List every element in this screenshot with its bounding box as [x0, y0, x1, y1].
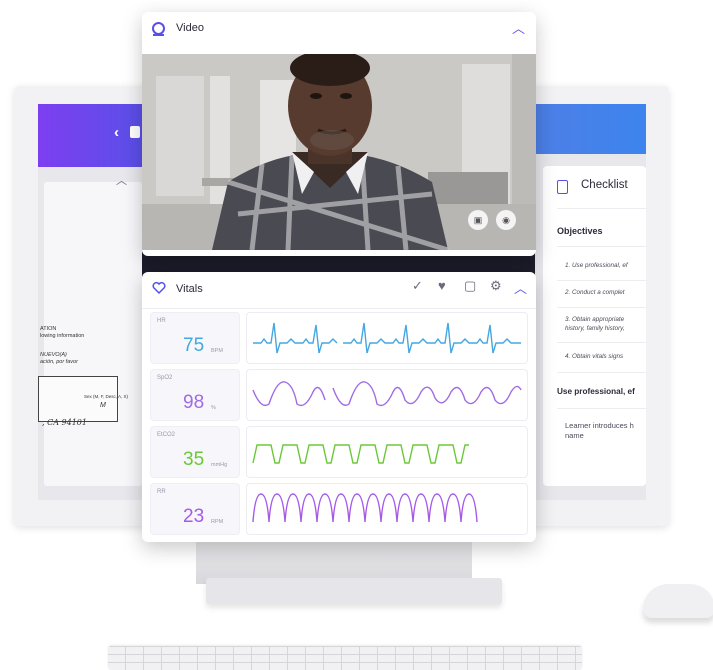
waveform-panel — [246, 312, 528, 364]
chevron-up-icon[interactable]: ︿ — [116, 172, 127, 188]
right-app-header — [535, 104, 646, 154]
vital-unit: % — [211, 405, 216, 411]
divider — [557, 246, 646, 247]
keyboard — [108, 646, 582, 670]
monitor-icon[interactable]: ▢ — [464, 278, 476, 294]
divider — [557, 408, 646, 409]
chevron-up-icon[interactable]: ︿ — [514, 278, 527, 297]
waveform-panel — [246, 483, 528, 535]
vital-row-etco2: EtCO2 35 mmHg — [150, 426, 528, 478]
checklist-item-line: Learner introduces h — [565, 421, 634, 430]
waveform-panel — [246, 426, 528, 478]
divider — [557, 280, 646, 281]
vital-row-hr: HR 75 BPM — [150, 312, 528, 364]
mouse — [643, 584, 713, 618]
vital-value: 35 — [183, 449, 205, 470]
vital-row-rr: RR 23 RPM — [150, 483, 528, 535]
monitor-base — [206, 578, 502, 604]
rr-waveform — [252, 493, 478, 523]
spo2-waveform — [252, 381, 522, 407]
form-location-value: , CA 94101 — [42, 418, 87, 427]
divider — [557, 208, 646, 209]
objective-item[interactable]: 4. Obtain vitals signs — [565, 352, 623, 361]
form-heading: ATION lowing information — [40, 326, 84, 340]
vital-value: 75 — [183, 335, 205, 356]
gear-icon[interactable]: ⚙ — [490, 278, 502, 294]
objective-item[interactable]: 3. Obtain appropriate — [565, 315, 624, 324]
form-heading-line: ATION — [40, 326, 57, 332]
checkmark-icon[interactable]: ✓ — [412, 278, 423, 294]
app-logo — [130, 126, 140, 138]
vital-value: 23 — [183, 506, 205, 527]
checklist-item[interactable]: Learner introduces h name — [565, 421, 634, 441]
left-app-window: ‹ ︿ ATION lowing information NUEVO(A) ac… — [38, 104, 142, 500]
vital-readout: RR 23 RPM — [150, 483, 240, 535]
heart-icon — [152, 281, 166, 295]
vitals-panel-title: Vitals — [176, 283, 203, 295]
form-field-label: Sex (M, F, Desc, A, X) — [84, 394, 129, 399]
video-panel: Video ︿ ▣ ◉ — [142, 12, 536, 256]
patient-video[interactable]: ▣ ◉ — [142, 54, 536, 250]
divider — [557, 307, 646, 308]
vital-unit: RPM — [211, 519, 224, 525]
vital-row-spo2: SpO2 98 % — [150, 369, 528, 421]
vital-value: 98 — [183, 392, 205, 413]
patient-form-table — [38, 376, 118, 422]
section-title: Use professional, ef — [557, 387, 635, 396]
divider — [557, 372, 646, 373]
form-heading-line: lowing information — [40, 333, 85, 339]
objective-item[interactable]: 1. Use professional, ef — [565, 261, 628, 270]
header-divider — [142, 308, 536, 309]
form-note-line: NUEVO(A) — [40, 352, 67, 358]
webcam-icon-base — [153, 34, 164, 36]
vital-label: HR — [157, 318, 166, 324]
vital-readout: EtCO2 35 mmHg — [150, 426, 240, 478]
back-chevron-icon[interactable]: ‹ — [114, 124, 119, 141]
checklist-panel: Checklist Objectives 1. Use professional… — [543, 166, 646, 486]
form-field-value: M — [100, 402, 106, 409]
objectives-title: Objectives — [557, 226, 603, 236]
form-note: NUEVO(A) ación, por favor — [40, 352, 78, 366]
vital-unit: mmHg — [211, 462, 228, 468]
hr-waveform — [253, 322, 521, 354]
etco2-waveform — [252, 444, 469, 464]
vital-label: SpO2 — [157, 375, 173, 381]
right-app-window: Checklist Objectives 1. Use professional… — [535, 104, 646, 500]
vitals-panel: Vitals ✓ ♥ ▢ ⚙ ︿ HR 75 BPM SpO2 98 % EtC… — [142, 272, 536, 542]
vital-readout: HR 75 BPM — [150, 312, 240, 364]
vital-label: RR — [157, 489, 166, 495]
form-note-line: ación, por favor — [40, 359, 78, 365]
divider — [557, 342, 646, 343]
camera-icon[interactable]: ◉ — [496, 210, 516, 230]
vital-label: EtCO2 — [157, 432, 176, 438]
vital-readout: SpO2 98 % — [150, 369, 240, 421]
chat-bubble-icon[interactable]: ▣ — [468, 210, 488, 230]
vital-unit: BPM — [211, 348, 223, 354]
chevron-up-icon[interactable]: ︿ — [512, 18, 525, 37]
left-app-header — [38, 104, 142, 167]
heart-plus-icon[interactable]: ♥ — [438, 278, 446, 293]
waveform-panel — [246, 369, 528, 421]
objective-item-continued: history, family history, — [565, 325, 625, 332]
checklist-icon — [557, 180, 568, 194]
checklist-title: Checklist — [581, 179, 628, 191]
checklist-item-line: name — [565, 431, 584, 440]
objective-item[interactable]: 2. Conduct a complet — [565, 288, 625, 297]
video-panel-title: Video — [176, 22, 204, 34]
